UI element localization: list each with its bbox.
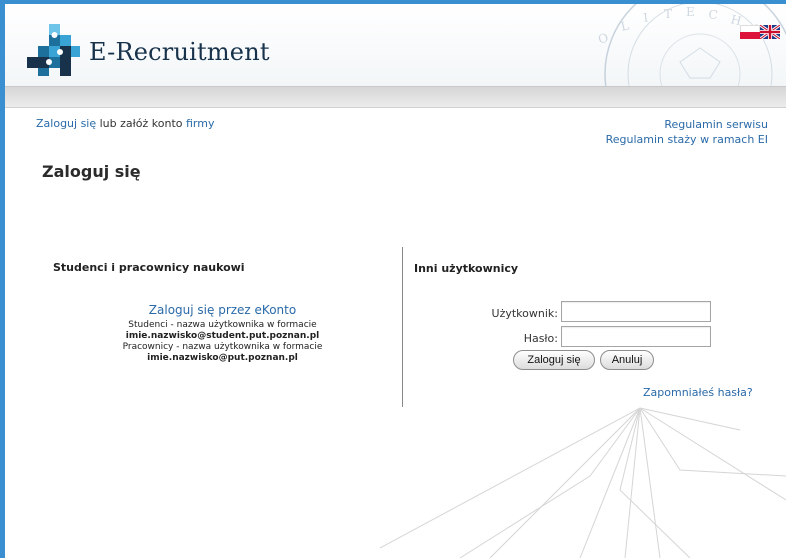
password-input[interactable] xyxy=(561,326,711,347)
brand-title: E-Recruitment xyxy=(89,38,270,66)
page-title: Zaloguj się xyxy=(42,162,141,181)
svg-text:C: C xyxy=(708,7,719,22)
decorative-star-lines xyxy=(379,407,786,558)
ekonto-login-link[interactable]: Zaloguj się przez eKonto xyxy=(100,303,345,318)
header-band xyxy=(5,86,786,108)
svg-text:E: E xyxy=(686,5,695,19)
account-links-text: lub załóż konto xyxy=(96,117,186,130)
rules-links: Regulamin serwisu Regulamin staży w rama… xyxy=(606,117,768,147)
students-note: Studenci - nazwa użytkownika w formacie xyxy=(128,320,317,330)
service-rules-link[interactable]: Regulamin serwisu xyxy=(664,118,768,131)
university-seal-icon: O L I T E C H N xyxy=(596,4,786,86)
login-button[interactable]: Zaloguj się xyxy=(513,350,595,370)
ekonto-login-section: Zaloguj się przez eKonto Studenci - nazw… xyxy=(100,303,345,364)
login-link[interactable]: Zaloguj się xyxy=(36,117,96,130)
company-account-link[interactable]: firmy xyxy=(186,117,214,130)
staff-note: Pracownicy - nazwa użytkownika w formaci… xyxy=(122,342,323,352)
english-flag-icon[interactable] xyxy=(760,25,780,39)
internship-rules-link[interactable]: Regulamin staży w ramach EI xyxy=(606,133,768,146)
students-heading: Studenci i pracownicy naukowi xyxy=(53,261,245,274)
puzzle-logo-icon xyxy=(27,24,80,76)
cancel-button[interactable]: Anuluj xyxy=(600,350,654,370)
svg-text:O: O xyxy=(596,30,610,47)
polish-flag-icon[interactable] xyxy=(740,25,760,39)
svg-text:T: T xyxy=(664,7,672,21)
account-links: Zaloguj się lub załóż konto firmy xyxy=(36,117,214,130)
password-label: Hasło: xyxy=(523,332,558,345)
username-input[interactable] xyxy=(561,301,711,322)
svg-text:I: I xyxy=(642,10,649,25)
staff-format: imie.nazwisko@put.poznan.pl xyxy=(147,353,298,363)
language-switcher xyxy=(740,25,780,39)
other-users-heading: Inni użytkownicy xyxy=(414,262,519,275)
students-format: imie.nazwisko@student.put.poznan.pl xyxy=(125,331,320,341)
svg-text:L: L xyxy=(619,18,630,34)
username-label: Użytkownik: xyxy=(491,307,558,320)
